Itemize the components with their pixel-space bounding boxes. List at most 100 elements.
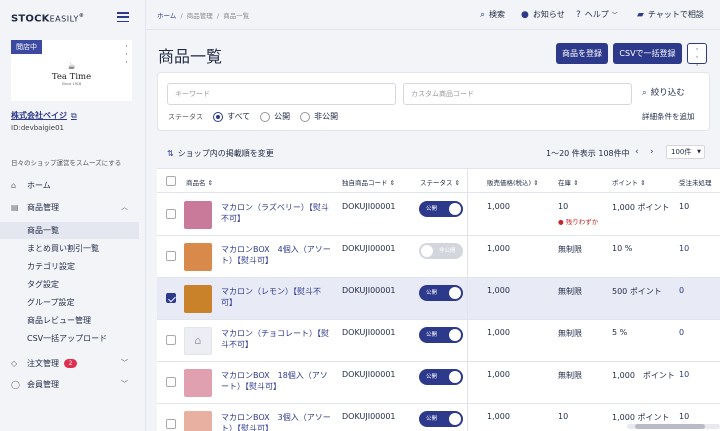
product-table: 商品名 ⇕ 独自商品コード ⇕ ステータス ⇕ 販売価格(税込) ⇕ 在庫 ⇕ … [157, 168, 720, 431]
product-thumbnail[interactable] [184, 285, 212, 313]
search-link[interactable]: ⌕ 検索 [480, 9, 505, 20]
product-thumbnail[interactable] [184, 201, 212, 229]
product-name-link[interactable]: マカロンBOX 18個入（アソート）【熨斗可】 [221, 370, 331, 392]
per-page-select[interactable]: 100件 ▼ [666, 145, 705, 159]
product-price: 1,000 [487, 202, 510, 211]
status-toggle[interactable]: 公開 [419, 285, 463, 301]
menu-icon[interactable] [117, 12, 129, 23]
bell-icon: ● [521, 9, 529, 20]
col-name[interactable]: 商品名 ⇕ [186, 177, 213, 187]
col-code[interactable]: 独自商品コード ⇕ [342, 177, 395, 187]
product-name-link[interactable]: マカロンBOX 4個入（アソート）【熨斗可】 [221, 244, 331, 266]
nav-group[interactable]: グループ設定 [0, 294, 139, 311]
product-name-link[interactable]: マカロン（チョコレート）【熨斗不可】 [221, 328, 331, 350]
product-stock: 無制限 [558, 329, 582, 338]
status-toggle[interactable]: 公開 [419, 327, 463, 343]
status-toggle[interactable]: 公開 [419, 201, 463, 217]
prev-page-icon[interactable]: ‹ [635, 147, 639, 157]
reorder-link[interactable]: ⇅ ショップ内の掲載順を変更 [167, 148, 274, 159]
row-checkbox[interactable] [166, 293, 176, 303]
teacup-icon: ☕ [67, 62, 76, 72]
nav-csv-upload[interactable]: CSV一括アップロード [0, 330, 139, 347]
refine-button[interactable]: ⌕ 絞り込む [642, 86, 685, 98]
nav-home[interactable]: ⌂ ホーム [11, 180, 51, 191]
product-thumbnail[interactable] [184, 411, 212, 431]
nav-bulk-discount[interactable]: まとめ買い割引一覧 [0, 240, 139, 257]
product-stock: 10 [558, 202, 569, 211]
pending-orders[interactable]: 10 [679, 244, 689, 253]
next-page-icon[interactable]: › [650, 147, 654, 157]
product-price: 1,000 [487, 370, 510, 379]
caret-down-icon: ▼ [697, 149, 701, 155]
nav-orders[interactable]: ◇ 注文管理 2 [11, 358, 77, 369]
pending-orders[interactable]: 0 [679, 328, 684, 337]
external-link-icon: ⧉ [71, 111, 77, 120]
column-separator [467, 169, 468, 431]
chevron-down-icon[interactable]: ﹀ [121, 358, 128, 368]
col-point[interactable]: ポイント ⇕ [612, 177, 646, 187]
product-point: 1,000 ポイント [612, 371, 675, 380]
status-toggle[interactable]: 公開 [419, 369, 463, 385]
notify-link[interactable]: ● お知らせ [521, 9, 565, 20]
table-row[interactable]: マカロンBOX 18個入（アソート）【熨斗可】 DOKUJI00001 公開 1,00… [157, 362, 720, 404]
pending-orders[interactable]: 10 [679, 412, 689, 421]
breadcrumb: ホーム / 商品管理 / 商品一覧 [157, 12, 250, 20]
csv-register-button[interactable]: CSVで一括登録 [613, 43, 682, 64]
chevron-up-icon[interactable]: ︿ [121, 202, 128, 212]
detail-conditions-link[interactable]: 詳細条件を追加 [642, 111, 695, 122]
product-stock: 10 [558, 412, 569, 421]
keyword-input[interactable]: キーワード [167, 83, 396, 105]
register-product-button[interactable]: 商品を登録 [556, 43, 608, 64]
chevron-down-icon[interactable]: ﹀ [121, 379, 128, 389]
nav-product-list[interactable]: 商品一覧 [0, 222, 139, 239]
row-checkbox[interactable] [166, 377, 176, 387]
table-row[interactable]: ⌂ マカロン（チョコレート）【熨斗不可】 DOKUJI00001 公開 1,000 無制限… [157, 320, 720, 362]
nav-category[interactable]: カテゴリ設定 [0, 258, 139, 275]
status-toggle[interactable]: 非公開 [419, 243, 463, 259]
select-all-checkbox[interactable] [166, 176, 176, 186]
product-thumbnail[interactable] [184, 243, 212, 271]
nav-products[interactable]: ▤ 商品管理 [11, 202, 59, 213]
col-price[interactable]: 販売価格(税込) ⇕ [487, 177, 539, 187]
chat-link[interactable]: ▰ チャットで相談 [637, 9, 704, 20]
product-code: DOKUJI00001 [342, 412, 396, 421]
row-checkbox[interactable] [166, 335, 176, 345]
more-actions-button[interactable]: · · · [687, 43, 707, 71]
product-price: 1,000 [487, 412, 510, 421]
product-thumbnail[interactable]: ⌂ [184, 327, 212, 355]
product-name-link[interactable]: マカロンBOX 3個入（アソート）【熨斗可】 [221, 412, 331, 431]
status-toggle[interactable]: 公開 [419, 411, 463, 427]
col-status[interactable]: ステータス ⇕ [420, 177, 460, 187]
product-name-link[interactable]: マカロン（レモン）【熨斗不可】 [221, 286, 331, 308]
search-icon: ⌕ [642, 88, 647, 98]
scrollbar-thumb[interactable] [635, 424, 705, 429]
row-checkbox[interactable] [166, 419, 176, 429]
product-name-link[interactable]: マカロン（ラズベリー）【熨斗不可】 [221, 202, 331, 224]
help-link[interactable]: ? ヘルプ ﹀ [576, 9, 618, 20]
product-thumbnail[interactable] [184, 369, 212, 397]
orders-count-badge: 2 [64, 359, 77, 368]
radio-status-private[interactable]: 非公開 [300, 111, 338, 122]
col-stock[interactable]: 在庫 ⇕ [558, 177, 579, 187]
table-row[interactable]: マカロン（ラズベリー）【熨斗不可】 DOKUJI00001 公開 1,000 10 ● 残… [157, 194, 720, 236]
radio-status-public[interactable]: 公開 [260, 111, 290, 122]
company-link[interactable]: 株式会社ベイジ ⧉ [11, 110, 77, 121]
custom-code-input[interactable]: カスタム商品コード [403, 83, 632, 105]
nav-review[interactable]: 商品レビュー管理 [0, 312, 139, 329]
nav-members[interactable]: ◯ 会員管理 [11, 379, 59, 390]
pending-orders[interactable]: 0 [679, 286, 684, 295]
radio-status-all[interactable]: すべて [213, 111, 250, 122]
nav-tag[interactable]: タグ設定 [0, 276, 139, 293]
topbar: ホーム / 商品管理 / 商品一覧 ⌕ 検索 ● お知らせ ? ヘルプ ﹀ ▰ チャットで… [147, 0, 720, 30]
horizontal-scrollbar[interactable] [627, 424, 720, 429]
chevron-down-icon: ﹀ [611, 12, 618, 19]
pending-orders[interactable]: 10 [679, 202, 689, 211]
table-row[interactable]: マカロンBOX 4個入（アソート）【熨斗可】 DOKUJI00001 非公開 1,00… [157, 236, 720, 278]
row-checkbox[interactable] [166, 209, 176, 219]
row-checkbox[interactable] [166, 251, 176, 261]
search-panel: キーワード カスタム商品コード ⌕ 絞り込む ステータス すべて 公開 非公開 詳… [157, 72, 710, 131]
col-orders[interactable]: 受注未処理 [679, 177, 712, 187]
table-row[interactable]: マカロン（レモン）【熨斗不可】 DOKUJI00001 公開 1,000 無制限 500 … [157, 278, 720, 320]
pending-orders[interactable]: 10 [679, 370, 689, 379]
brand-logo[interactable]: STOCKEASILY® [11, 13, 84, 24]
